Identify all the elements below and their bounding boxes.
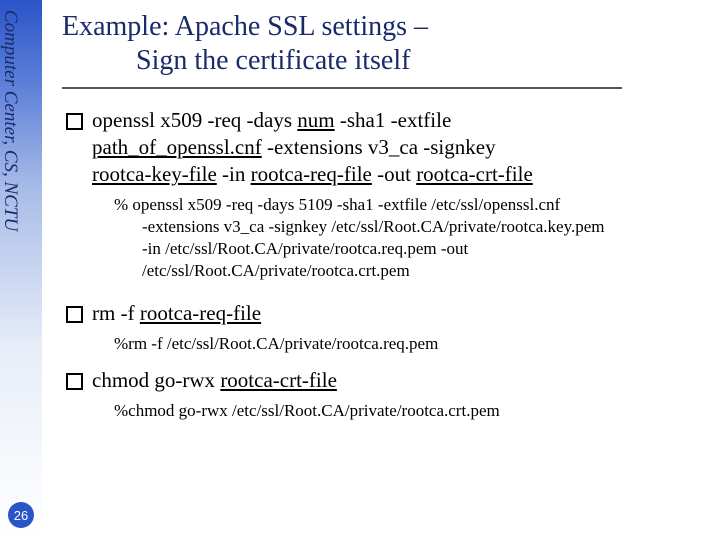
sub-3: %chmod go-rwx /etc/ssl/Root.CA/private/r… <box>62 400 702 422</box>
cmd-line: -in /etc/ssl/Root.CA/private/rootca.req.… <box>114 238 702 260</box>
title-line-2: Sign the certificate itself <box>62 45 410 76</box>
text: -out <box>372 162 416 186</box>
cmd-line: %chmod go-rwx /etc/ssl/Root.CA/private/r… <box>114 401 500 420</box>
placeholder-cnf-path: path_of_openssl.cnf <box>92 135 262 159</box>
sub-1: % openssl x509 -req -days 5109 -sha1 -ex… <box>62 194 702 282</box>
cmd-line: -extensions v3_ca -signkey /etc/ssl/Root… <box>114 216 702 238</box>
sub-2: %rm -f /etc/ssl/Root.CA/private/rootca.r… <box>62 333 702 355</box>
cmd-line: /etc/ssl/Root.CA/private/rootca.crt.pem <box>114 260 702 282</box>
bullet-block-2: rm -f rootca-req-file %rm -f /etc/ssl/Ro… <box>62 300 702 355</box>
text: openssl x509 -req -days <box>92 108 297 132</box>
text: -extensions v3_ca -signkey <box>262 135 496 159</box>
text: -in <box>217 162 251 186</box>
text: chmod go-rwx <box>92 368 220 392</box>
cmd-line: %rm -f /etc/ssl/Root.CA/private/rootca.r… <box>114 334 438 353</box>
placeholder-crt-file: rootca-crt-file <box>416 162 533 186</box>
slide-content: Example: Apache SSL settings – Sign the … <box>62 10 702 434</box>
placeholder-key-file: rootca-key-file <box>92 162 217 186</box>
placeholder-req-file: rootca-req-file <box>251 162 372 186</box>
title-underline <box>62 87 622 89</box>
bullet-2: rm -f rootca-req-file <box>62 300 702 327</box>
page-number-badge: 26 <box>8 502 34 528</box>
bullet-block-1: openssl x509 -req -days num -sha1 -extfi… <box>62 107 702 282</box>
slide-title: Example: Apache SSL settings – Sign the … <box>62 10 702 83</box>
text: -sha1 -extfile <box>335 108 452 132</box>
cmd-line: % openssl x509 -req -days 5109 -sha1 -ex… <box>114 195 560 214</box>
bullet-1: openssl x509 -req -days num -sha1 -extfi… <box>62 107 702 188</box>
placeholder-num: num <box>297 108 334 132</box>
text: rm -f <box>92 301 140 325</box>
sidebar: Computer Center, CS, NCTU 26 <box>0 0 42 540</box>
placeholder-req-file: rootca-req-file <box>140 301 261 325</box>
placeholder-crt-file: rootca-crt-file <box>220 368 337 392</box>
bullet-3: chmod go-rwx rootca-crt-file <box>62 367 702 394</box>
bullet-block-3: chmod go-rwx rootca-crt-file %chmod go-r… <box>62 367 702 422</box>
title-line-1: Example: Apache SSL settings – <box>62 11 428 42</box>
sidebar-label: Computer Center, CS, NCTU <box>0 10 21 231</box>
